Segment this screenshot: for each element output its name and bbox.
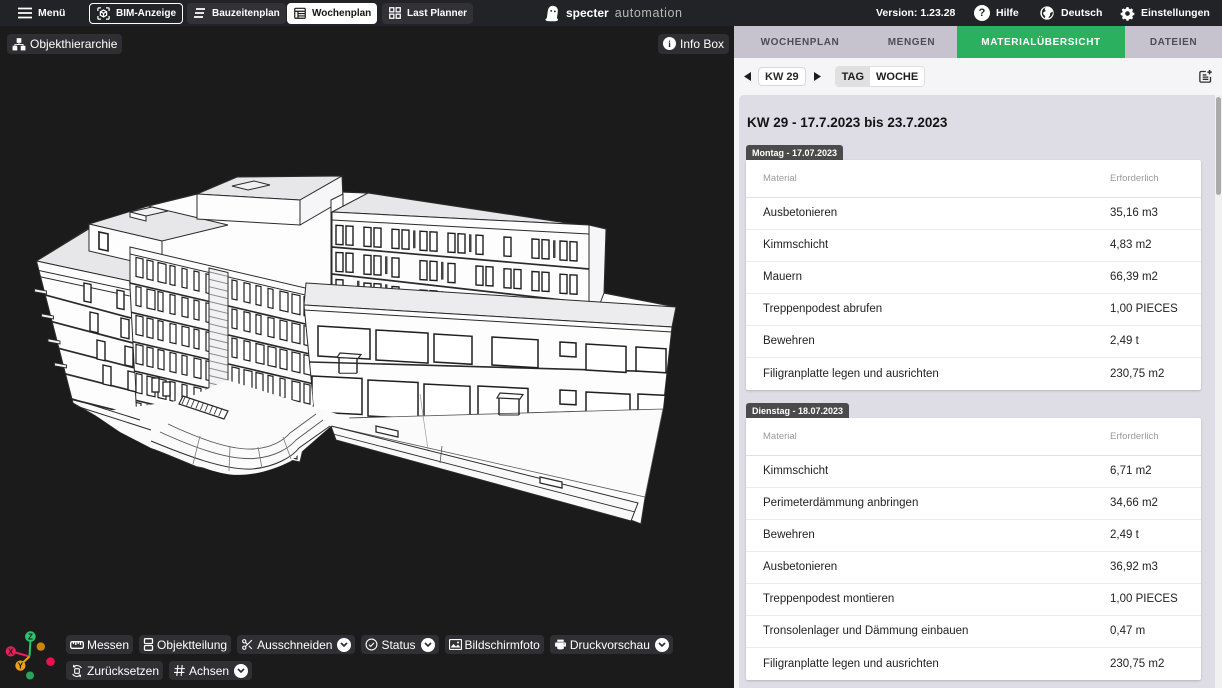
svg-text:Z: Z: [28, 633, 33, 642]
svg-text:X: X: [8, 647, 14, 656]
svg-text:Y: Y: [18, 662, 24, 671]
